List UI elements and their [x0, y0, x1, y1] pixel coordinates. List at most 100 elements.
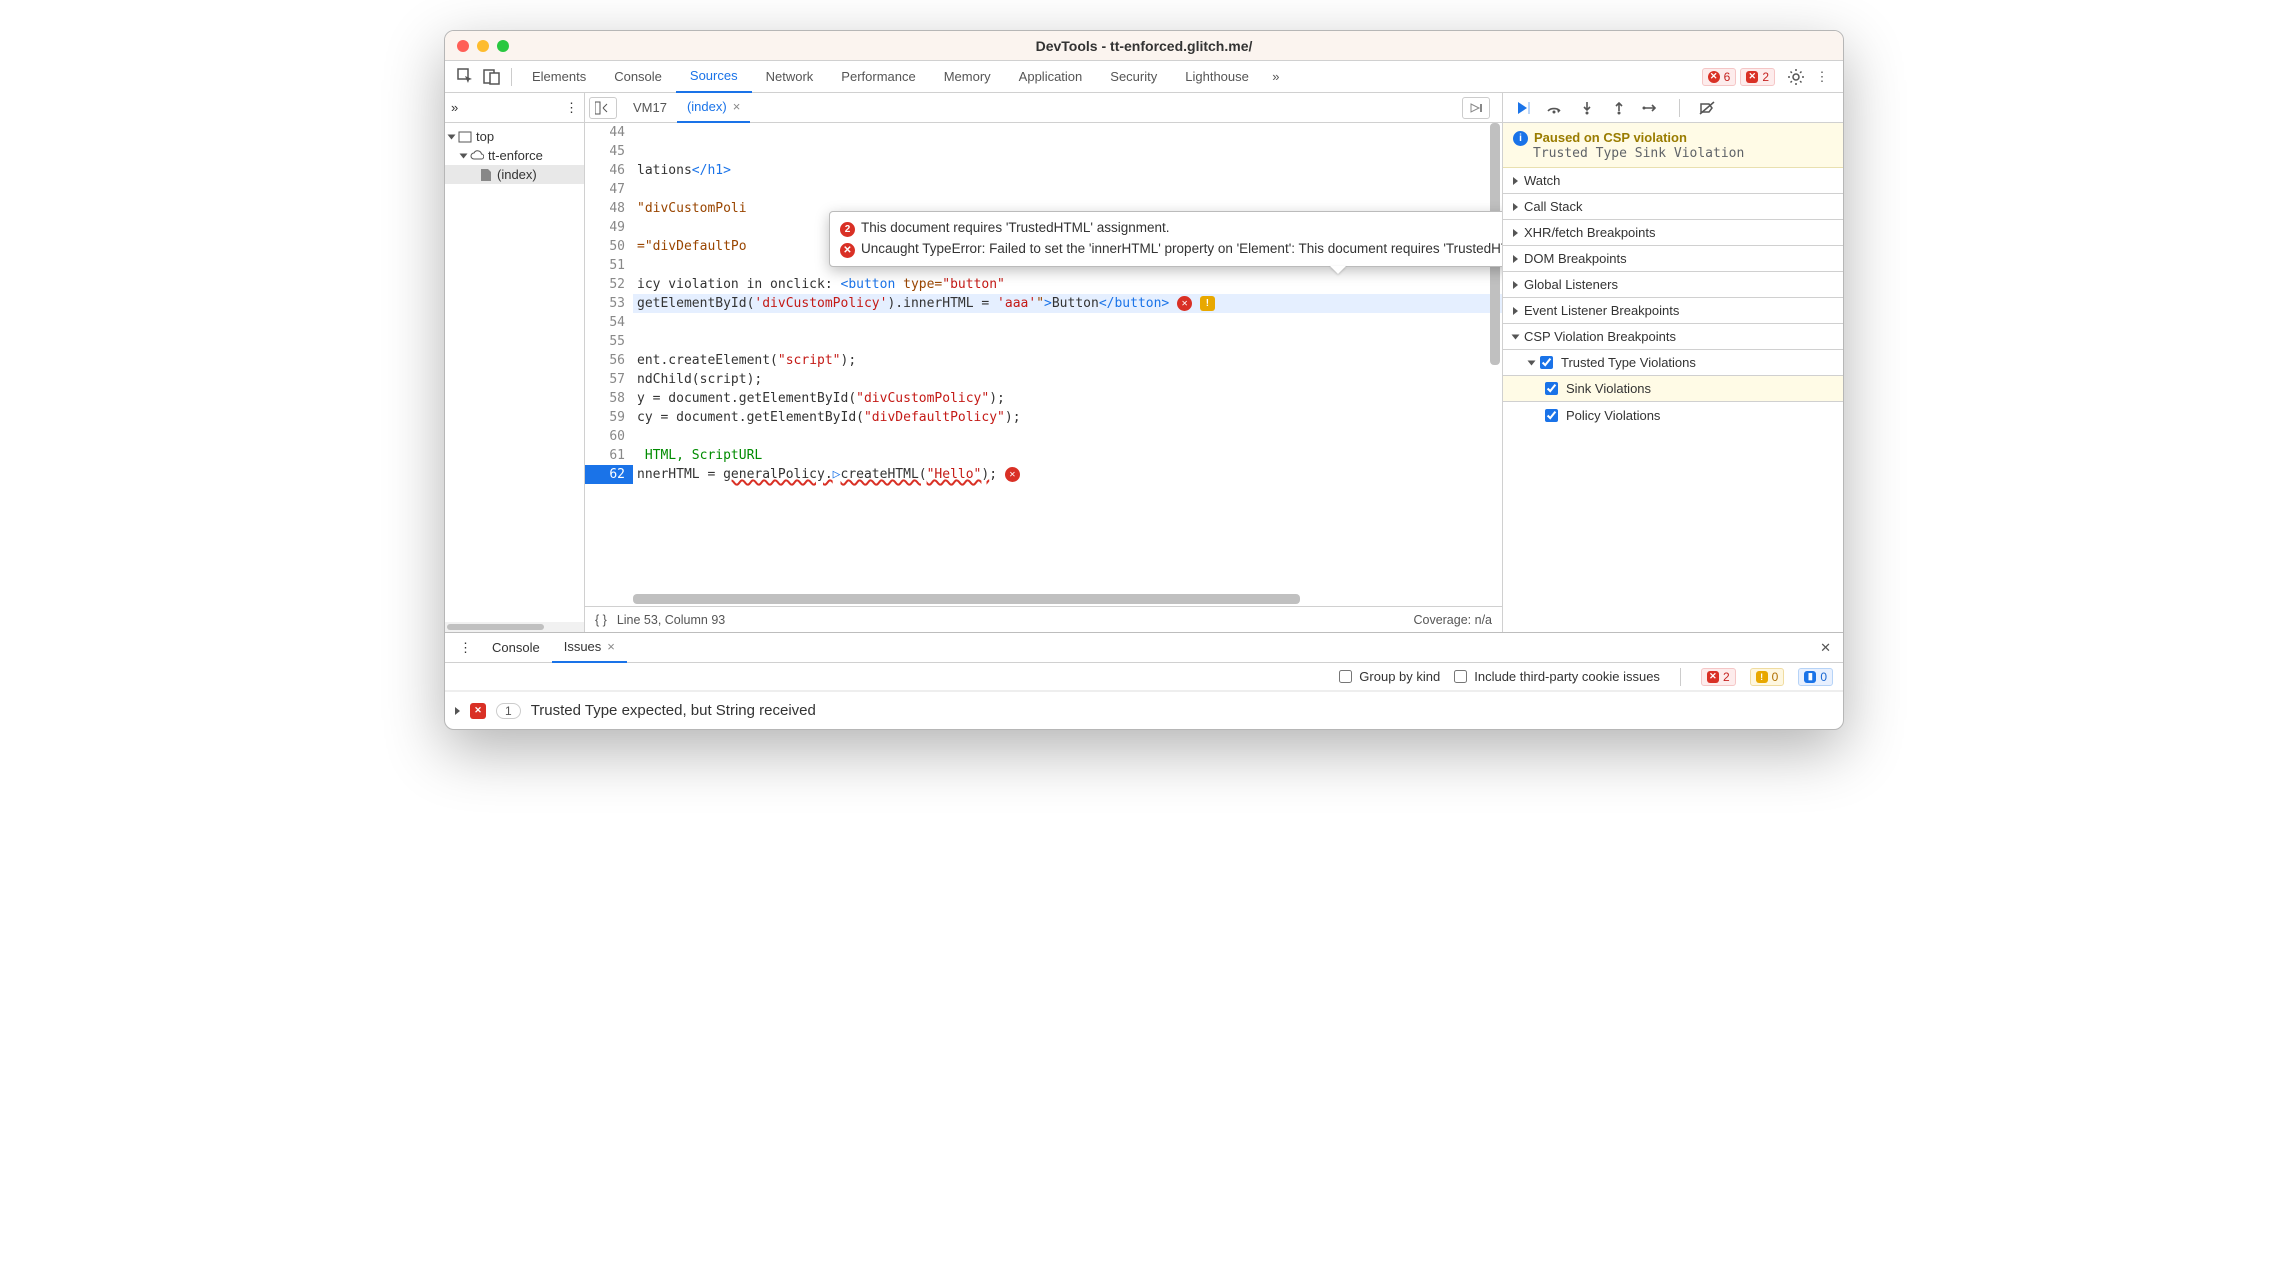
step-over-icon[interactable]: [1545, 98, 1565, 118]
section-callstack[interactable]: Call Stack: [1503, 194, 1843, 220]
error-icon[interactable]: ✕: [1005, 467, 1020, 482]
issues-warn-badge[interactable]: !0: [1750, 668, 1785, 686]
tree-origin[interactable]: tt-enforce: [445, 146, 584, 165]
tab-lighthouse[interactable]: Lighthouse: [1171, 61, 1263, 93]
tt-checkbox[interactable]: [1540, 356, 1553, 369]
tab-network[interactable]: Network: [752, 61, 828, 93]
devtools-window: DevTools - tt-enforced.glitch.me/ Elemen…: [444, 30, 1844, 730]
editor-vscroll[interactable]: [1488, 123, 1502, 606]
expand-icon[interactable]: [455, 707, 460, 715]
frame-icon: [458, 130, 472, 144]
drawer-tab-console[interactable]: Console: [480, 633, 552, 663]
tab-memory[interactable]: Memory: [930, 61, 1005, 93]
settings-icon[interactable]: [1783, 64, 1809, 90]
cursor-position: Line 53, Column 93: [617, 613, 725, 627]
tree-top[interactable]: top: [445, 127, 584, 146]
section-watch[interactable]: Watch: [1503, 168, 1843, 194]
history-nav-icon[interactable]: [589, 97, 617, 119]
body: » ⋮ top tt-enforce (index): [445, 93, 1843, 632]
navigator-hscroll[interactable]: [445, 622, 584, 632]
debugger-pane: iPaused on CSP violation Trusted Type Si…: [1503, 93, 1843, 632]
editor-hscroll[interactable]: [633, 592, 1488, 606]
tab-sources[interactable]: Sources: [676, 61, 752, 93]
error-badges: ✕6 ✕2: [1702, 68, 1775, 86]
main-tab-bar: Elements Console Sources Network Perform…: [445, 61, 1843, 93]
source-editor math-font[interactable]: 44454647484950515253545556575859606162 l…: [585, 123, 1502, 606]
drawer: ⋮ Console Issues× ✕ Group by kind Includ…: [445, 632, 1843, 729]
issues-info-badge[interactable]: ▮0: [1798, 668, 1833, 686]
close-tab-icon[interactable]: ×: [733, 99, 741, 114]
code-area[interactable]: lations</h1> "divCustomPoli ="divDefault…: [633, 123, 1502, 606]
section-event[interactable]: Event Listener Breakpoints: [1503, 298, 1843, 324]
resume-icon[interactable]: [1513, 98, 1533, 118]
issues-error-badge[interactable]: ✕2: [1701, 668, 1736, 686]
drawer-tab-issues[interactable]: Issues×: [552, 633, 627, 663]
file-tree: top tt-enforce (index): [445, 123, 584, 188]
close-drawer-icon[interactable]: ✕: [1814, 640, 1837, 656]
group-by-kind-checkbox[interactable]: Group by kind: [1339, 669, 1440, 684]
tab-performance[interactable]: Performance: [827, 61, 929, 93]
titlebar: DevTools - tt-enforced.glitch.me/: [445, 31, 1843, 61]
sink-checkbox[interactable]: [1545, 382, 1558, 395]
more-panes-icon[interactable]: »: [451, 100, 458, 115]
navigator-pane: » ⋮ top tt-enforce (index): [445, 93, 585, 632]
tree-top-label: top: [476, 129, 494, 144]
device-toolbar-icon[interactable]: [479, 64, 505, 90]
tab-elements[interactable]: Elements: [518, 61, 600, 93]
section-policy-violations[interactable]: Policy Violations: [1503, 402, 1843, 428]
issue-count-badge: 1: [496, 703, 521, 719]
more-tabs-icon[interactable]: »: [1263, 64, 1289, 90]
drawer-menu-icon[interactable]: ⋮: [451, 640, 480, 656]
tab-security[interactable]: Security: [1096, 61, 1171, 93]
step-icon[interactable]: [1641, 98, 1661, 118]
issues-list: ✕ 1 Trusted Type expected, but String re…: [445, 691, 1843, 729]
section-csp[interactable]: CSP Violation Breakpoints: [1503, 324, 1843, 350]
pretty-print-icon[interactable]: { }: [595, 613, 607, 627]
kebab-menu-icon[interactable]: ⋮: [1809, 64, 1835, 90]
section-dom[interactable]: DOM Breakpoints: [1503, 246, 1843, 272]
debug-toolbar: [1503, 93, 1843, 123]
section-sink-violations[interactable]: Sink Violations: [1503, 376, 1843, 402]
section-trusted-type[interactable]: Trusted Type Violations: [1503, 350, 1843, 376]
window-title: DevTools - tt-enforced.glitch.me/: [445, 38, 1843, 54]
issue-row[interactable]: ✕ 1 Trusted Type expected, but String re…: [445, 696, 1843, 725]
tooltip-msg2: Uncaught TypeError: Failed to set the 'i…: [861, 241, 1502, 256]
error-icon[interactable]: ✕: [1177, 296, 1192, 311]
line-gutter: 44454647484950515253545556575859606162: [585, 123, 633, 606]
console-errors-badge[interactable]: ✕6: [1702, 68, 1737, 86]
paused-title-text: Paused on CSP violation: [1534, 130, 1687, 145]
issue-error-icon: ✕: [470, 703, 486, 719]
navigator-menu-icon[interactable]: ⋮: [565, 100, 578, 116]
error-tooltip: 2 This document requires 'TrustedHTML' a…: [829, 211, 1502, 267]
section-xhr[interactable]: XHR/fetch Breakpoints: [1503, 220, 1843, 246]
close-issues-icon[interactable]: ×: [607, 639, 615, 654]
drawer-tabbar: ⋮ Console Issues× ✕: [445, 633, 1843, 663]
error-x-icon: ✕: [840, 243, 855, 258]
tree-origin-label: tt-enforce: [488, 148, 543, 163]
error-count-icon: 2: [840, 222, 855, 237]
editor-tabbar: VM17 (index)×: [585, 93, 1502, 123]
inspect-element-icon[interactable]: [453, 64, 479, 90]
run-snippet-icon[interactable]: [1462, 97, 1490, 119]
tab-console[interactable]: Console: [600, 61, 676, 93]
editor-tab-vm[interactable]: VM17: [623, 93, 677, 123]
step-into-icon[interactable]: [1577, 98, 1597, 118]
navigator-header: » ⋮: [445, 93, 584, 123]
info-icon: i: [1513, 131, 1528, 146]
coverage-status: Coverage: n/a: [1413, 613, 1492, 627]
policy-checkbox[interactable]: [1545, 409, 1558, 422]
tab-application[interactable]: Application: [1005, 61, 1097, 93]
deactivate-breakpoints-icon[interactable]: [1698, 98, 1718, 118]
section-global[interactable]: Global Listeners: [1503, 272, 1843, 298]
tree-file-label: (index): [497, 167, 537, 182]
step-out-icon[interactable]: [1609, 98, 1629, 118]
editor-tab-index[interactable]: (index)×: [677, 93, 750, 123]
third-party-checkbox[interactable]: Include third-party cookie issues: [1454, 669, 1660, 684]
paused-banner: iPaused on CSP violation Trusted Type Si…: [1503, 123, 1843, 168]
warning-icon[interactable]: !: [1200, 296, 1215, 311]
cloud-icon: [470, 149, 484, 163]
console-issues-badge[interactable]: ✕2: [1740, 68, 1775, 86]
tree-file-index[interactable]: (index): [445, 165, 584, 184]
editor-status-bar: { } Line 53, Column 93 Coverage: n/a: [585, 606, 1502, 632]
issue-count: 2: [1762, 70, 1769, 84]
